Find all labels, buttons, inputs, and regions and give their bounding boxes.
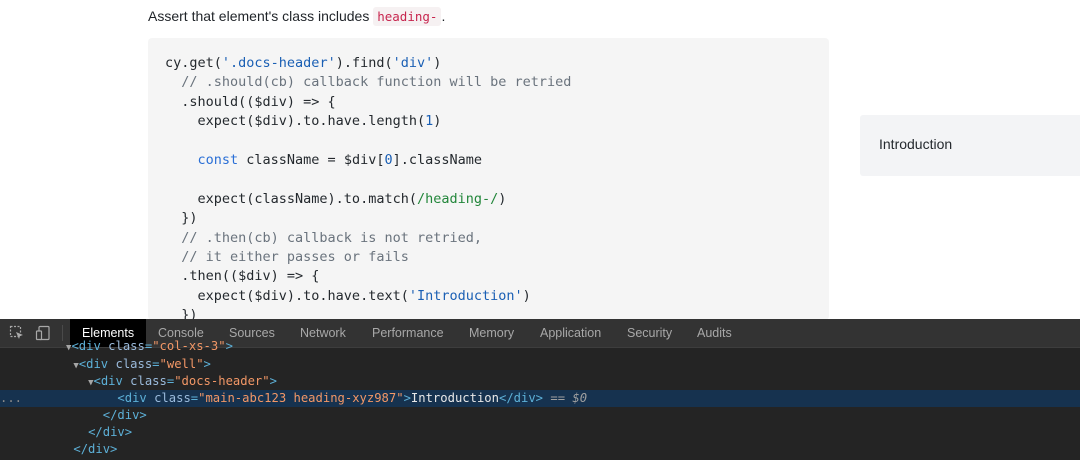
doc-intro-text: Assert that element's class includes hea… [148, 7, 446, 26]
elements-dom-tree: ▼<div class="col-xs-3"> ▼<div class="wel… [0, 339, 1080, 460]
dom-node-close[interactable]: </div> [0, 424, 1080, 441]
code-line: .then(($div) => { [165, 268, 320, 285]
code-line: const className = $div[0].className [197, 152, 483, 169]
docs-header-result: Introduction [860, 115, 1080, 176]
code-line: // .then(cb) callback is not retried, [165, 229, 482, 246]
dom-node-col-xs-3[interactable]: ▼<div class="col-xs-3"> [0, 338, 1080, 355]
code-line: }) [165, 307, 198, 320]
result-heading: Introduction [879, 136, 953, 152]
inline-code-heading: heading- [373, 7, 442, 26]
code-example: cy.get('.docs-header').find('div') // .s… [148, 38, 829, 320]
code-line: }) [165, 210, 198, 227]
dom-node-close[interactable]: </div> [0, 407, 1080, 424]
code-line: .should(($div) => { [165, 93, 336, 110]
code-line: // .should(cb) callback function will be… [165, 74, 572, 91]
node-actions-ellipsis[interactable]: ... [0, 391, 22, 405]
devtools-panel: Elements Console Sources Network Perform… [0, 319, 1080, 460]
code-line: expect(className).to.match(/heading-/) [165, 190, 507, 207]
code-line: cy.get('.docs-header').find('div') [165, 55, 442, 71]
code-line: expect($div).to.have.length(1) [165, 113, 442, 130]
intro-prefix: Assert that element's class includes [148, 8, 370, 24]
dom-node-selected-heading[interactable]: ... <div class="main-abc123 heading-xyz9… [0, 390, 1080, 407]
dom-node-docs-header[interactable]: ▼<div class="docs-header"> [0, 373, 1080, 390]
dom-node-close[interactable]: </div> [0, 441, 1080, 458]
intro-suffix: . [441, 8, 446, 24]
selected-node-marker: == $0 [543, 391, 588, 405]
dom-node-well[interactable]: ▼<div class="well"> [0, 356, 1080, 373]
code-line: // it either passes or fails [165, 249, 409, 266]
code-block: cy.get('.docs-header').find('div') // .s… [148, 38, 829, 320]
code-line: expect($div).to.have.text('Introduction'… [165, 287, 531, 304]
